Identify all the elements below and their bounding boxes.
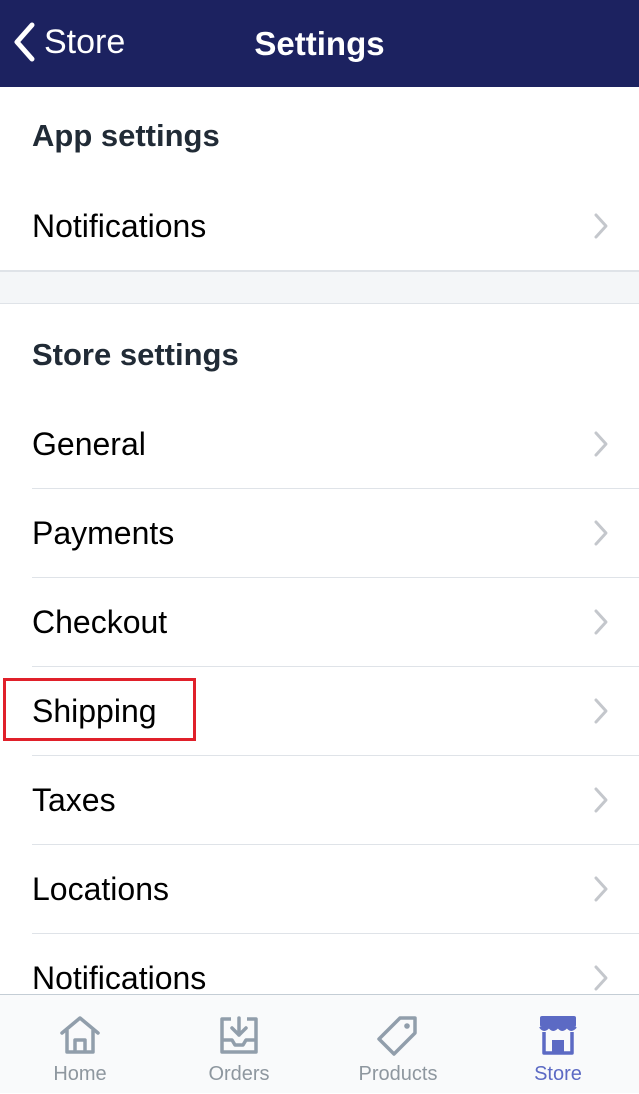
tab-label: Orders <box>208 1063 270 1085</box>
row-label: Payments <box>32 515 175 551</box>
tab-store[interactable]: Store <box>478 995 638 1094</box>
chevron-right-icon <box>594 609 608 635</box>
chevron-left-icon <box>14 22 35 62</box>
tab-bar: Home Orders Products Store <box>0 994 639 1093</box>
row-label: General <box>32 426 146 462</box>
home-icon <box>60 1016 100 1054</box>
store-settings-general-row[interactable]: General <box>0 400 639 489</box>
navbar: Settings Store <box>0 0 639 87</box>
tab-label: Store <box>534 1063 582 1085</box>
tab-home[interactable]: Home <box>0 995 160 1094</box>
chevron-right-icon <box>594 520 608 546</box>
back-label: Store <box>44 23 126 61</box>
chevron-right-icon <box>594 698 608 724</box>
app-settings-heading: App settings <box>32 118 220 153</box>
row-label: Shipping <box>32 693 157 729</box>
tag-icon <box>377 1016 417 1056</box>
store-settings-locations-row[interactable]: Locations <box>0 845 639 934</box>
page-title: Settings <box>254 24 385 62</box>
back-button[interactable]: Store <box>12 18 125 66</box>
store-settings-shipping-row[interactable]: Shipping <box>0 667 639 756</box>
tab-label: Products <box>358 1063 438 1085</box>
chevron-right-icon <box>594 213 608 239</box>
tab-products[interactable]: Products <box>318 995 478 1094</box>
row-label: Taxes <box>32 782 116 818</box>
row-label: Locations <box>32 871 169 907</box>
app-settings-notifications-row[interactable]: Notifications <box>0 182 639 271</box>
store-icon <box>539 1016 577 1055</box>
chevron-right-icon <box>594 431 608 457</box>
row-label: Notifications <box>32 208 207 244</box>
chevron-right-icon <box>594 787 608 813</box>
row-label: Checkout <box>32 604 168 640</box>
store-settings-payments-row[interactable]: Payments <box>0 489 639 578</box>
store-settings-taxes-row[interactable]: Taxes <box>0 756 639 845</box>
section-separator <box>0 270 639 304</box>
orders-icon <box>220 1016 258 1054</box>
tab-label: Home <box>53 1063 107 1085</box>
store-settings-checkout-row[interactable]: Checkout <box>0 578 639 667</box>
tab-orders[interactable]: Orders <box>159 995 319 1094</box>
chevron-right-icon <box>594 965 608 991</box>
store-settings-heading: Store settings <box>32 337 239 372</box>
chevron-right-icon <box>594 876 608 902</box>
